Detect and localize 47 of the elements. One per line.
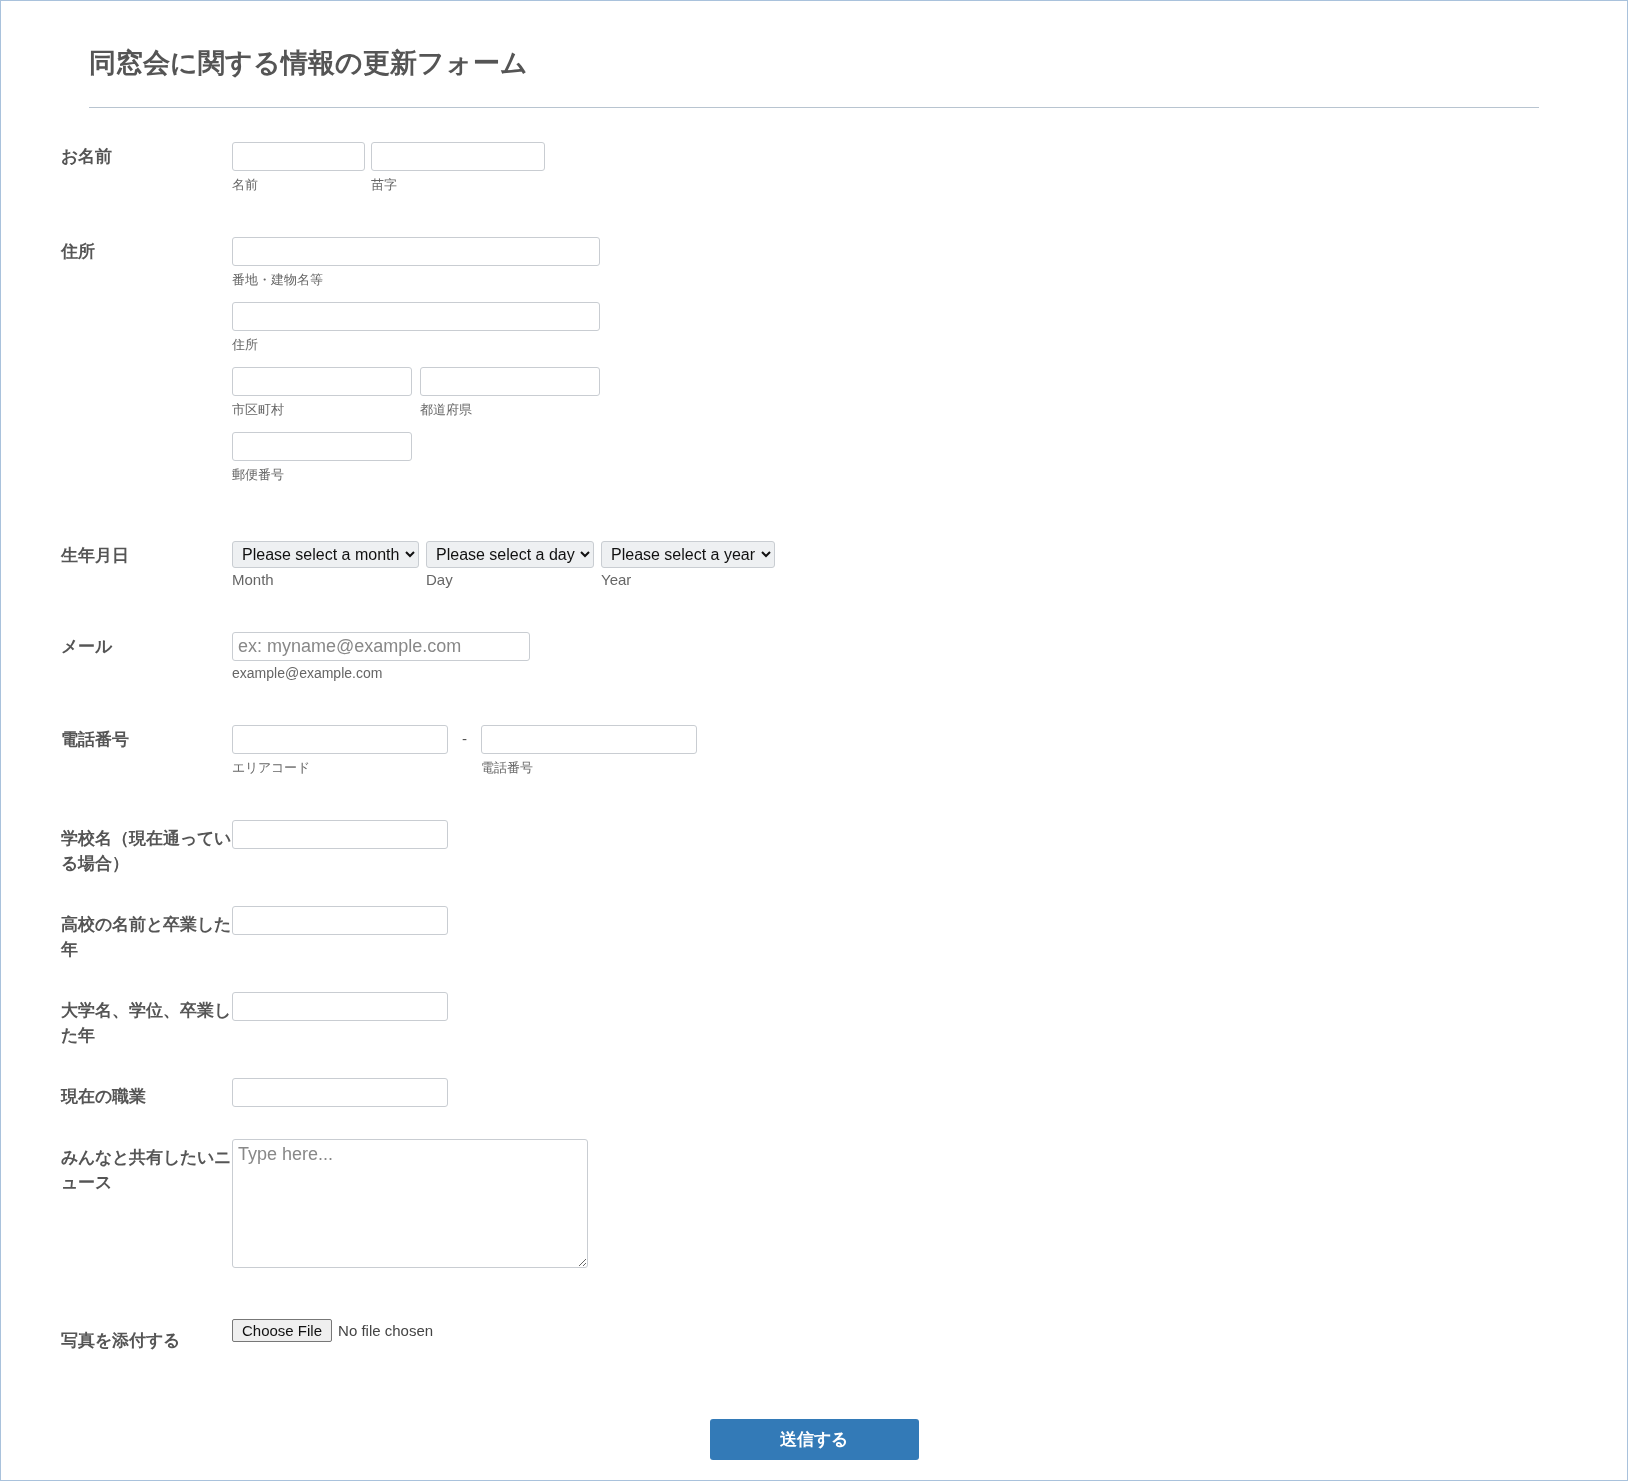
news-textarea[interactable]: Type here... bbox=[232, 1139, 588, 1268]
text-input[interactable] bbox=[371, 142, 545, 171]
field-sublabel: 郵便番号 bbox=[232, 467, 285, 483]
text-input[interactable] bbox=[232, 302, 600, 331]
field-label: 学校名（現在通っている場合） bbox=[61, 827, 232, 875]
field-label: お名前 bbox=[61, 145, 113, 168]
field-sublabel: Year bbox=[601, 572, 633, 588]
field-sublabel: 都道府県 bbox=[420, 402, 473, 418]
field-sublabel: 住所 bbox=[232, 337, 259, 353]
date-select[interactable]: Please select a year bbox=[601, 541, 775, 568]
form-title: 同窓会に関する情報の更新フォーム bbox=[89, 46, 529, 80]
field-label: 現在の職業 bbox=[61, 1085, 147, 1108]
field-sublabel: 番地・建物名等 bbox=[232, 272, 324, 288]
email-input[interactable]: ex: myname@example.com bbox=[232, 632, 530, 661]
field-sublabel: 市区町村 bbox=[232, 402, 285, 418]
field-sublabel: example@example.com bbox=[232, 665, 384, 681]
text-input[interactable] bbox=[232, 142, 365, 171]
text-input[interactable] bbox=[420, 367, 600, 396]
text-input[interactable] bbox=[232, 237, 600, 266]
field-sublabel: 電話番号 bbox=[481, 760, 535, 776]
dash-separator: - bbox=[461, 730, 469, 747]
field-sublabel: 名前 bbox=[232, 177, 259, 193]
text-input[interactable] bbox=[232, 725, 448, 754]
text-input[interactable] bbox=[232, 1078, 448, 1107]
date-select[interactable]: Please select a day bbox=[426, 541, 594, 568]
field-sublabel: Day bbox=[426, 572, 454, 588]
text-input[interactable] bbox=[232, 820, 448, 849]
text-input[interactable] bbox=[481, 725, 698, 754]
text-input[interactable] bbox=[232, 906, 448, 935]
text-input[interactable] bbox=[232, 992, 448, 1021]
field-sublabel: 苗字 bbox=[371, 177, 398, 193]
submit-button[interactable]: 送信する bbox=[709, 1419, 919, 1460]
field-label: 高校の名前と卒業した年 bbox=[61, 913, 232, 961]
text-input[interactable] bbox=[232, 432, 412, 461]
text-input[interactable] bbox=[232, 367, 412, 396]
field-label: 写真を添付する bbox=[61, 1329, 181, 1352]
field-label: 生年月日 bbox=[61, 544, 130, 567]
field-label: 大学名、学位、卒業した年 bbox=[61, 999, 232, 1047]
field-label: メール bbox=[61, 635, 114, 658]
field-label: 住所 bbox=[61, 240, 96, 263]
field-sublabel: Month bbox=[232, 572, 275, 588]
date-select[interactable]: Please select a month bbox=[232, 541, 419, 568]
field-label: 電話番号 bbox=[61, 728, 130, 751]
field-label: みんなと共有したいニュース bbox=[61, 1146, 232, 1194]
choose-file-button[interactable]: Choose File bbox=[232, 1319, 333, 1342]
file-status: No file chosen bbox=[338, 1322, 434, 1339]
field-sublabel: エリアコード bbox=[232, 760, 311, 776]
